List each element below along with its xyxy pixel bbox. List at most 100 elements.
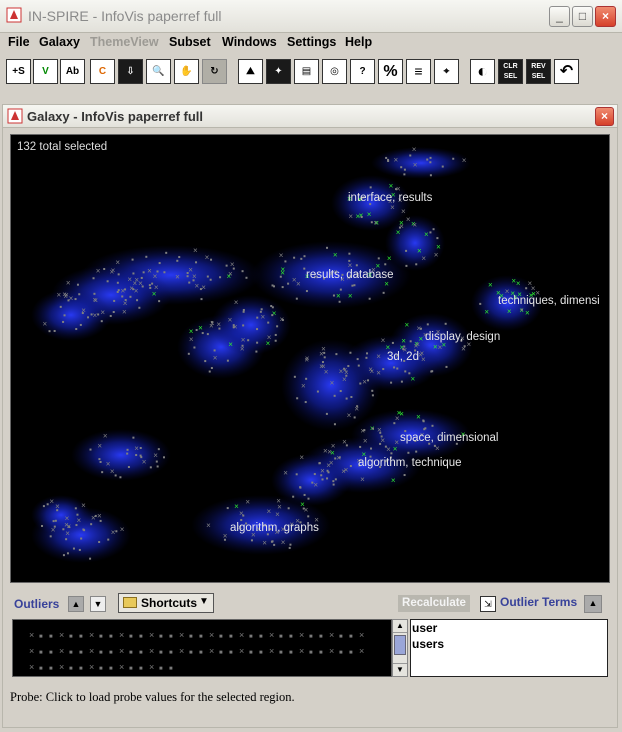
doc-point[interactable] [293, 256, 296, 259]
doc-point[interactable] [149, 466, 152, 469]
doc-point[interactable] [226, 359, 229, 362]
doc-point[interactable] [87, 316, 90, 319]
doc-point[interactable] [377, 257, 380, 260]
outlier-point[interactable]: ■ [249, 650, 253, 656]
doc-point[interactable] [247, 339, 250, 342]
doc-point[interactable]: × [416, 412, 421, 421]
doc-point[interactable] [400, 166, 403, 169]
doc-point[interactable]: × [326, 461, 331, 470]
doc-point[interactable] [241, 270, 244, 273]
doc-point[interactable]: × [395, 414, 400, 423]
outlier-point[interactable]: ■ [199, 634, 203, 640]
doc-point[interactable]: × [245, 498, 250, 507]
doc-point[interactable] [379, 442, 382, 445]
doc-point[interactable]: × [424, 230, 429, 239]
doc-point[interactable] [256, 341, 259, 344]
select-rect-icon[interactable]: V [33, 59, 58, 84]
outlier-point[interactable]: ■ [49, 650, 53, 656]
outlier-point[interactable]: × [239, 646, 244, 656]
doc-point[interactable] [305, 290, 308, 293]
outlier-scrollbar[interactable]: ▲ ▼ [392, 619, 408, 677]
doc-point[interactable] [49, 535, 52, 538]
outlier-point[interactable]: ■ [309, 650, 313, 656]
galaxy-title-bar[interactable]: Galaxy - InfoVis paperref full × [2, 104, 618, 128]
outlier-point[interactable]: ■ [189, 634, 193, 640]
doc-point[interactable] [204, 360, 207, 363]
doc-point[interactable] [129, 295, 132, 298]
doc-point[interactable] [267, 321, 270, 324]
doc-point[interactable] [279, 275, 282, 278]
doc-point[interactable]: × [267, 507, 272, 516]
doc-point[interactable]: × [367, 210, 372, 219]
doc-point[interactable]: × [81, 501, 86, 510]
doc-point[interactable] [420, 327, 423, 330]
doc-point[interactable] [42, 505, 45, 508]
doc-point[interactable] [326, 246, 329, 249]
doc-point[interactable]: × [462, 156, 467, 165]
doc-point[interactable] [54, 519, 57, 522]
doc-point[interactable] [382, 291, 385, 294]
drill-down-icon[interactable]: ⇩ [118, 59, 143, 84]
doc-point[interactable]: × [360, 475, 365, 484]
outlier-point[interactable]: ■ [39, 650, 43, 656]
summary-icon[interactable]: ≡ [406, 59, 431, 84]
doc-point[interactable] [313, 473, 316, 476]
doc-point[interactable]: × [363, 436, 368, 445]
doc-point[interactable] [284, 260, 287, 263]
doc-point[interactable]: × [64, 520, 69, 529]
doc-point[interactable]: × [324, 367, 329, 376]
doc-point[interactable]: × [262, 539, 267, 548]
doc-point[interactable]: × [313, 481, 318, 490]
doc-point[interactable]: × [189, 335, 194, 344]
outlier-point[interactable]: × [359, 630, 364, 640]
query-icon[interactable]: ? [350, 59, 375, 84]
select-points-icon[interactable]: +S [6, 59, 31, 84]
doc-point[interactable] [323, 356, 326, 359]
doc-point[interactable] [149, 286, 152, 289]
close-button[interactable]: × [595, 6, 616, 27]
doc-point[interactable] [423, 428, 426, 431]
outlier-point[interactable]: ■ [219, 634, 223, 640]
doc-point[interactable] [121, 295, 124, 298]
doc-point[interactable]: × [281, 538, 286, 547]
outlier-point[interactable]: × [179, 630, 184, 640]
doc-point[interactable] [115, 530, 118, 533]
doc-point[interactable] [370, 447, 373, 450]
doc-point[interactable] [163, 456, 166, 459]
contrast-icon[interactable]: ◐ [470, 59, 495, 84]
outlier-point[interactable]: × [149, 662, 154, 672]
doc-point[interactable]: × [279, 251, 284, 260]
doc-point[interactable] [201, 332, 204, 335]
doc-point[interactable]: × [401, 336, 406, 345]
doc-point[interactable] [158, 300, 161, 303]
probe-icon[interactable]: ⌖ [434, 59, 459, 84]
doc-point[interactable]: × [333, 251, 338, 260]
outlier-point[interactable]: × [359, 646, 364, 656]
doc-point[interactable]: × [343, 365, 348, 374]
label-points-icon[interactable]: Ab [60, 59, 85, 84]
doc-point[interactable] [303, 255, 306, 258]
doc-point[interactable] [304, 401, 307, 404]
doc-point[interactable] [350, 395, 353, 398]
doc-point[interactable]: × [81, 306, 86, 315]
doc-point[interactable] [409, 340, 412, 343]
doc-point[interactable] [250, 539, 253, 542]
scroll-thumb[interactable] [394, 635, 406, 655]
doc-point[interactable] [400, 380, 403, 383]
doc-point[interactable] [360, 216, 363, 219]
outlier-point[interactable]: ■ [129, 634, 133, 640]
doc-point[interactable] [335, 353, 338, 356]
doc-point[interactable] [132, 436, 135, 439]
doc-point[interactable]: × [373, 218, 378, 227]
doc-point[interactable]: × [92, 311, 97, 320]
doc-point[interactable] [311, 481, 314, 484]
doc-point[interactable] [148, 284, 151, 287]
doc-point[interactable]: × [399, 222, 404, 231]
menu-file[interactable]: File [8, 35, 30, 49]
doc-point[interactable]: × [49, 497, 54, 506]
outlier-point[interactable]: × [299, 630, 304, 640]
doc-point[interactable] [299, 486, 302, 489]
doc-point[interactable]: × [100, 308, 105, 317]
doc-point[interactable] [76, 513, 79, 516]
doc-point[interactable]: × [488, 280, 493, 289]
